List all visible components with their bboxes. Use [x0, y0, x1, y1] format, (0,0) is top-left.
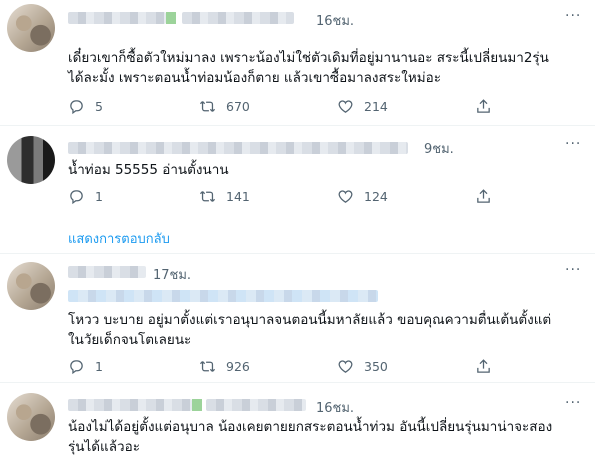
like-button[interactable]: 214 — [337, 98, 388, 115]
tweet-1[interactable]: 16ชม. ··· เดี๋ยวเขาก็ซื้อตัวใหม่มาลง เพร… — [0, 0, 595, 125]
more-icon[interactable]: ··· — [565, 395, 581, 411]
reply-icon — [70, 360, 83, 375]
tweet-text-line: ได้ละมั้ง เพราะตอนน้ำท่อมน้องก็ตาย แล้วเ… — [68, 70, 442, 86]
retweet-button[interactable]: 670 — [199, 98, 250, 115]
more-icon[interactable]: ··· — [565, 136, 581, 152]
share-button[interactable] — [475, 188, 502, 205]
share-button[interactable] — [475, 98, 502, 115]
share-button[interactable] — [475, 358, 502, 375]
avatar[interactable] — [7, 393, 55, 441]
tweet-time[interactable]: 9ชม. — [424, 138, 454, 159]
blurred-username — [68, 399, 192, 411]
tweet-2[interactable]: 9ชม. ··· น้ำท่อม 55555 อ่านตั้งนาน 1 141… — [0, 126, 595, 214]
reply-count: 1 — [95, 189, 103, 204]
blurred-badge — [192, 399, 202, 411]
tweet-text-line: เดี๋ยวเขาก็ซื้อตัวใหม่มาลง เพราะน้องไม่ใ… — [68, 50, 549, 66]
retweet-count: 141 — [226, 189, 250, 204]
avatar[interactable] — [7, 262, 55, 310]
like-count: 124 — [364, 189, 388, 204]
tweet-text-line: น้องไม่ได้อยู่ตั้งแต่อนุบาล น้องเคยตายยก… — [68, 419, 553, 435]
tweet-text: น้องไม่ได้อยู่ตั้งแต่อนุบาล น้องเคยตายยก… — [68, 417, 552, 457]
tweet-text-line: ในวัยเด็กจนโตเลยนะ — [68, 332, 192, 348]
like-icon — [338, 360, 353, 373]
reply-icon — [70, 100, 83, 115]
tweet-4[interactable]: 16ชม. ··· น้องไม่ได้อยู่ตั้งแต่อนุบาล น้… — [0, 383, 595, 459]
tweet-time[interactable]: 17ชม. — [153, 264, 191, 285]
blurred-mention — [68, 290, 378, 302]
tweet-text: เดี๋ยวเขาก็ซื้อตัวใหม่มาลง เพราะน้องไม่ใ… — [68, 48, 549, 88]
share-icon — [477, 99, 490, 113]
blurred-username — [68, 12, 166, 24]
like-icon — [338, 190, 353, 203]
blurred-username — [68, 266, 146, 278]
blurred-handle — [206, 399, 306, 411]
like-count: 350 — [364, 359, 388, 374]
avatar[interactable] — [7, 4, 55, 52]
reply-button[interactable]: 1 — [68, 358, 103, 375]
like-icon — [338, 100, 353, 113]
blurred-username — [68, 142, 408, 154]
like-count: 214 — [364, 99, 388, 114]
like-button[interactable]: 124 — [337, 188, 388, 205]
tweet-time[interactable]: 16ชม. — [316, 397, 354, 418]
tweet-3[interactable]: 17ชม. ··· โหวว บะบาย อยู่มาตั้งแต่เราอนุ… — [0, 254, 595, 382]
reply-button[interactable]: 1 — [68, 188, 103, 205]
tweet-text-line: โหวว บะบาย อยู่มาตั้งแต่เราอนุบาลจนตอนนี… — [68, 312, 552, 328]
avatar[interactable] — [7, 136, 55, 184]
reply-count: 1 — [95, 359, 103, 374]
reply-count: 5 — [95, 99, 103, 114]
share-icon — [477, 359, 490, 373]
reply-icon — [70, 190, 83, 205]
reply-button[interactable]: 5 — [68, 98, 103, 115]
retweet-button[interactable]: 141 — [199, 188, 250, 205]
blurred-handle — [182, 12, 294, 24]
tweet-text-line: รุ่นได้แล้วอะ — [68, 439, 140, 455]
retweet-icon — [199, 361, 216, 372]
tweet-text: น้ำท่อม 55555 อ่านตั้งนาน — [68, 160, 229, 180]
tweet-time[interactable]: 16ชม. — [316, 10, 354, 31]
share-icon — [477, 189, 490, 203]
retweet-count: 670 — [226, 99, 250, 114]
more-icon[interactable]: ··· — [565, 8, 581, 24]
retweet-button[interactable]: 926 — [199, 358, 250, 375]
show-replies-link[interactable]: แสดงการตอบกลับ — [68, 228, 170, 249]
tweet-text: โหวว บะบาย อยู่มาตั้งแต่เราอนุบาลจนตอนนี… — [68, 310, 551, 350]
more-icon[interactable]: ··· — [565, 262, 581, 278]
retweet-icon — [199, 101, 216, 112]
like-button[interactable]: 350 — [337, 358, 388, 375]
retweet-icon — [199, 191, 216, 202]
blurred-badge — [166, 12, 176, 24]
tweet-text-line: น้ำท่อม 55555 อ่านตั้งนาน — [68, 162, 229, 178]
retweet-count: 926 — [226, 359, 250, 374]
